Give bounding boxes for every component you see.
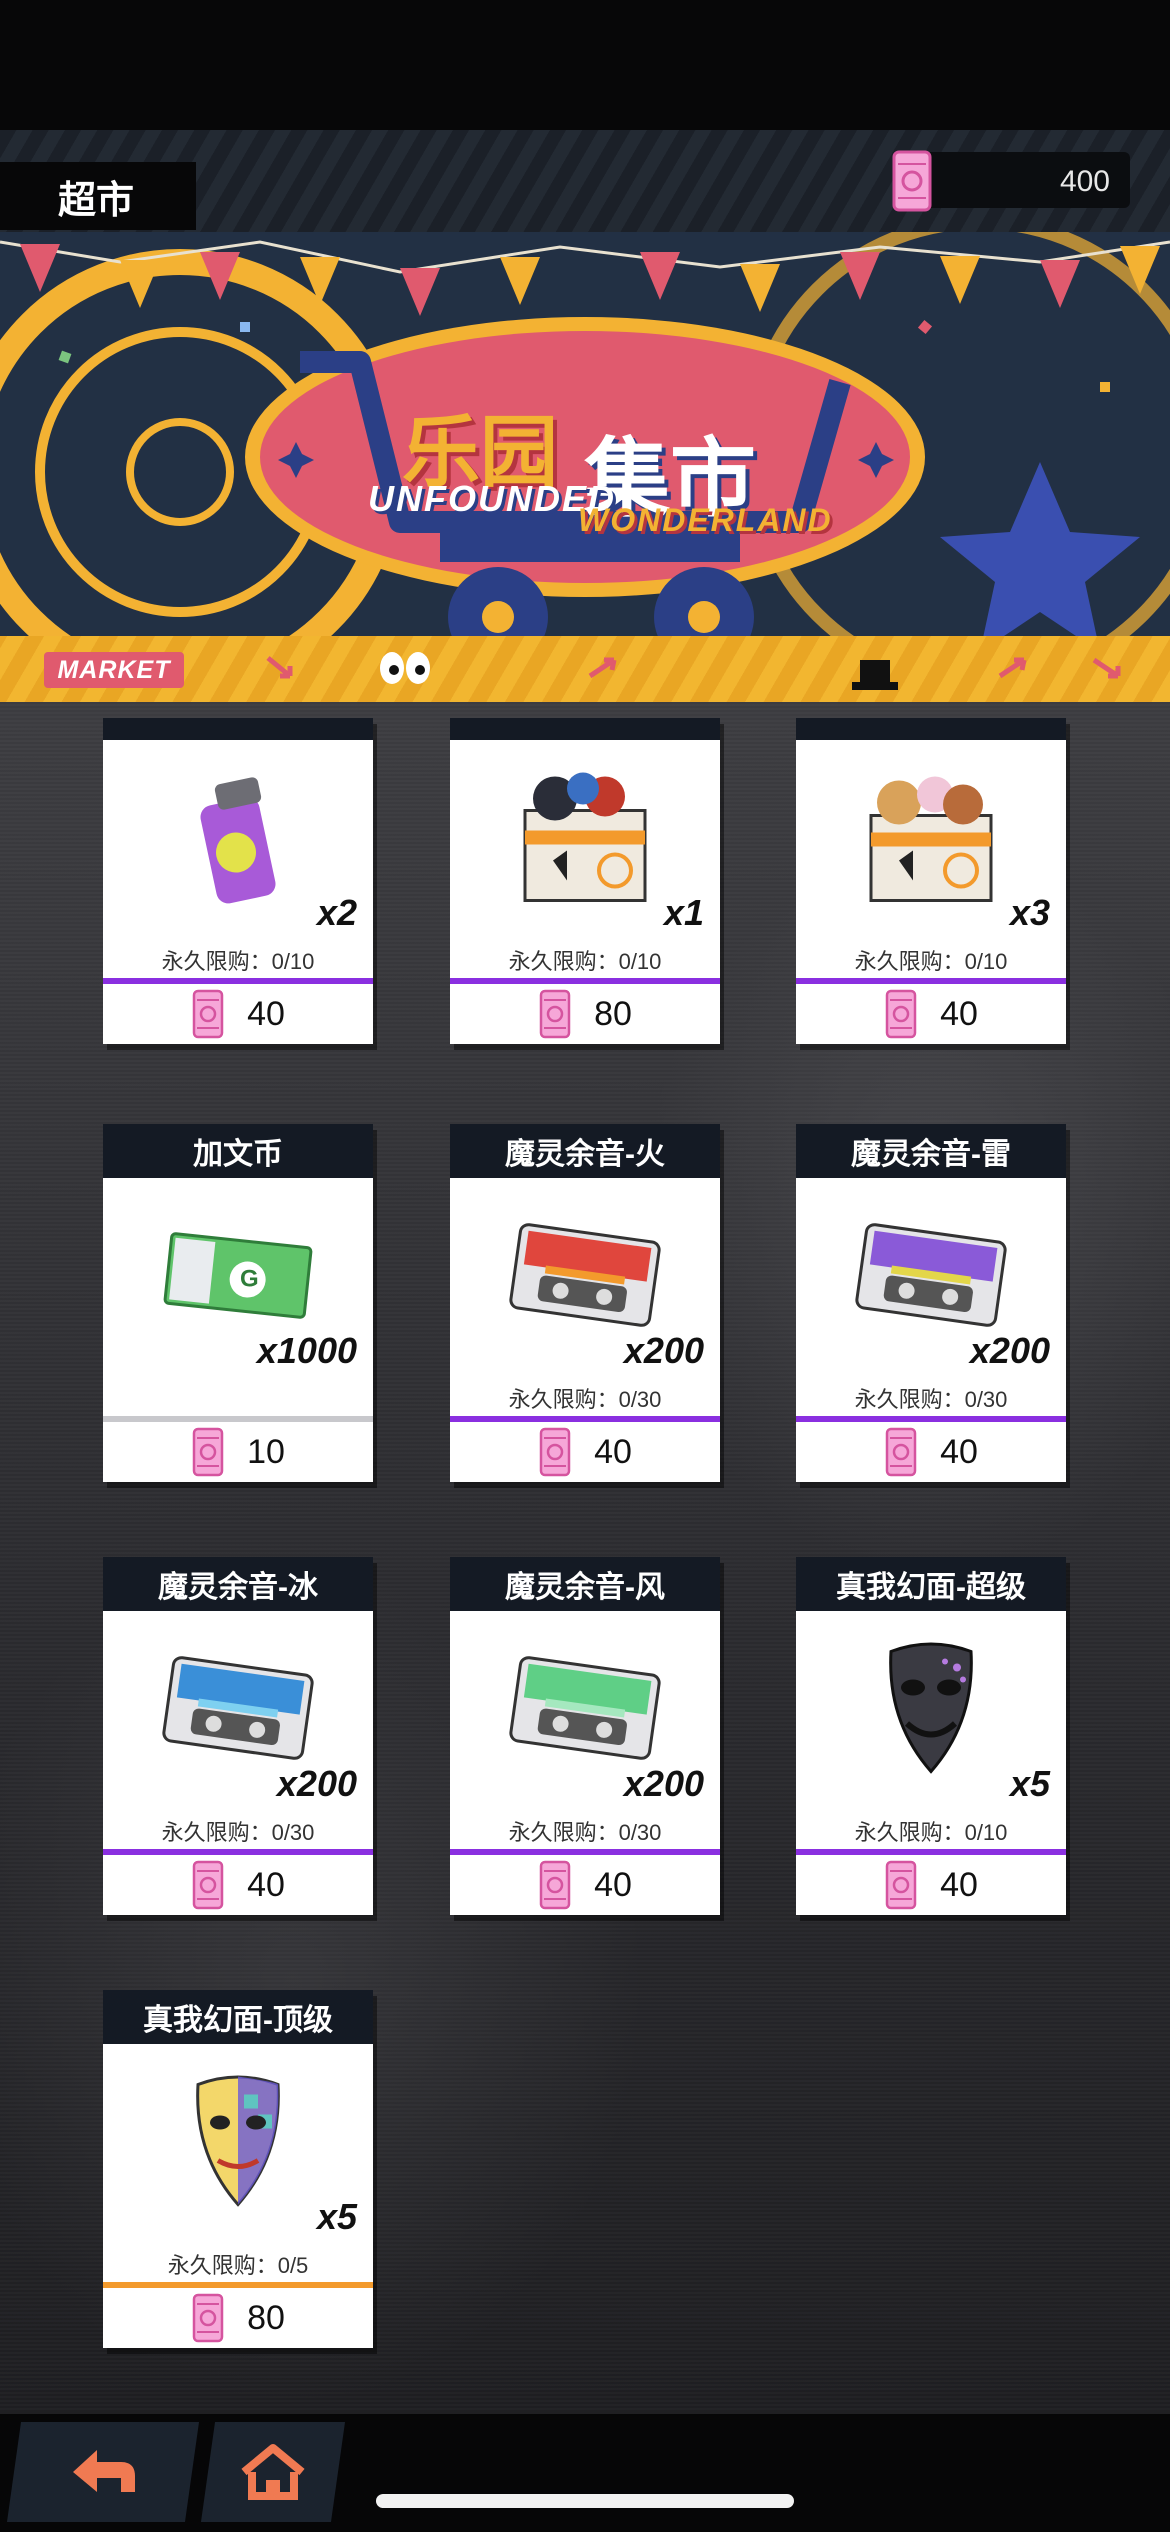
home-icon xyxy=(241,2444,305,2500)
price-button[interactable]: 40 xyxy=(796,1422,1066,1482)
price-button[interactable]: 40 xyxy=(796,984,1066,1044)
purchase-limit: 永久限购：0/10 xyxy=(854,949,1008,974)
ticket-icon xyxy=(191,989,225,1039)
purchase-limit: 永久限购：0/30 xyxy=(508,1820,662,1845)
item-image: x3 xyxy=(796,740,1066,946)
item-price: 40 xyxy=(594,1865,632,1904)
purchase-limit: 永久限购：0/10 xyxy=(161,949,315,974)
item-image: x5 xyxy=(796,1611,1066,1817)
item-name: 魔灵余音-火 xyxy=(450,1124,720,1178)
item-image: Gx1000 xyxy=(103,1178,373,1384)
item-name xyxy=(103,718,373,740)
ticket-icon xyxy=(191,2293,225,2343)
item-image: x1 xyxy=(450,740,720,946)
item-image: x2 xyxy=(103,740,373,946)
shop-item-card[interactable]: 魔灵余音-冰 x200 永久限购：0/30 40 xyxy=(103,1557,373,1915)
item-name: 魔灵余音-雷 xyxy=(796,1124,1066,1178)
shop-item-card[interactable]: x3 永久限购：0/10 40 xyxy=(796,718,1066,1044)
price-button[interactable]: 80 xyxy=(103,2288,373,2348)
currency-value: 400 xyxy=(1059,165,1110,198)
price-button[interactable]: 40 xyxy=(450,1855,720,1915)
ticket-icon xyxy=(884,1427,918,1477)
shop-item-card[interactable]: 魔灵余音-火 x200 永久限购：0/30 40 xyxy=(450,1124,720,1482)
purchase-limit: 永久限购：0/30 xyxy=(161,1820,315,1845)
item-quantity: x200 xyxy=(623,1330,704,1371)
item-price: 40 xyxy=(940,1865,978,1904)
item-quantity: x200 xyxy=(276,1763,357,1804)
price-button[interactable]: 40 xyxy=(103,984,373,1044)
item-image: x200 xyxy=(450,1611,720,1817)
purchase-limit: 永久限购：0/30 xyxy=(854,1387,1008,1412)
banner-subtitle-part2: WONDERLAND xyxy=(578,502,833,538)
item-image: x200 xyxy=(103,1611,373,1817)
price-button[interactable]: 40 xyxy=(450,1422,720,1482)
item-image: x200 xyxy=(450,1178,720,1384)
ticket-icon xyxy=(884,1860,918,1910)
item-quantity: x3 xyxy=(1009,892,1050,933)
shop-item-card[interactable]: 真我幻面-顶级 x5 永久限购：0/5 80 xyxy=(103,1990,373,2348)
item-price: 40 xyxy=(247,994,285,1033)
back-arrow-icon xyxy=(73,2450,135,2492)
purchase-limit: 永久限购：0/30 xyxy=(508,1387,662,1412)
item-name: 加文币 xyxy=(103,1124,373,1178)
home-button[interactable] xyxy=(200,2422,346,2522)
price-button[interactable]: 40 xyxy=(796,1855,1066,1915)
home-indicator[interactable] xyxy=(376,2494,794,2508)
item-quantity: x5 xyxy=(316,2196,357,2237)
ticket-icon xyxy=(191,1427,225,1477)
shop-item-card[interactable]: 真我幻面-超级 x5 永久限购：0/10 40 xyxy=(796,1557,1066,1915)
item-image: x5 xyxy=(103,2044,373,2250)
ticket-icon xyxy=(538,1427,572,1477)
item-price: 40 xyxy=(594,1432,632,1471)
price-button[interactable]: 10 xyxy=(103,1422,373,1482)
item-name xyxy=(450,718,720,740)
ticket-icon xyxy=(892,150,932,212)
item-price: 10 xyxy=(247,1432,285,1471)
item-name: 魔灵余音-风 xyxy=(450,1557,720,1611)
price-button[interactable]: 40 xyxy=(103,1855,373,1915)
ticket-icon xyxy=(538,1860,572,1910)
status-bar-area xyxy=(0,0,1170,130)
ticket-icon xyxy=(191,1860,225,1910)
purchase-limit xyxy=(103,1384,373,1416)
item-price: 40 xyxy=(940,994,978,1033)
ticket-icon xyxy=(538,989,572,1039)
price-button[interactable]: 80 xyxy=(450,984,720,1044)
item-name xyxy=(796,718,1066,740)
market-label: MARKET xyxy=(44,652,184,688)
item-price: 80 xyxy=(594,994,632,1033)
page-title: 超市 xyxy=(0,162,196,230)
back-button[interactable] xyxy=(6,2422,200,2522)
item-price: 40 xyxy=(940,1432,978,1471)
item-image: x200 xyxy=(796,1178,1066,1384)
item-name: 魔灵余音-冰 xyxy=(103,1557,373,1611)
purchase-limit: 永久限购：0/10 xyxy=(508,949,662,974)
shop-item-card[interactable]: 魔灵余音-风 x200 永久限购：0/30 40 xyxy=(450,1557,720,1915)
item-name: 真我幻面-顶级 xyxy=(103,1990,373,2044)
item-quantity: x1000 xyxy=(256,1330,357,1371)
item-quantity: x1 xyxy=(663,892,704,933)
shop-item-card[interactable]: 魔灵余音-雷 x200 永久限购：0/30 40 xyxy=(796,1124,1066,1482)
item-quantity: x5 xyxy=(1009,1763,1050,1804)
svg-text:G: G xyxy=(240,1266,259,1293)
shop-item-card[interactable]: 加文币 Gx1000 10 xyxy=(103,1124,373,1482)
shop-item-card[interactable]: x2 永久限购：0/10 40 xyxy=(103,718,373,1044)
item-price: 80 xyxy=(247,2298,285,2337)
purchase-limit: 永久限购：0/5 xyxy=(167,2253,309,2278)
item-name: 真我幻面-超级 xyxy=(796,1557,1066,1611)
item-quantity: x200 xyxy=(623,1763,704,1804)
purchase-limit: 永久限购：0/10 xyxy=(854,1820,1008,1845)
ticket-icon xyxy=(884,989,918,1039)
item-price: 40 xyxy=(247,1865,285,1904)
item-quantity: x200 xyxy=(969,1330,1050,1371)
shop-item-card[interactable]: x1 永久限购：0/10 80 xyxy=(450,718,720,1044)
item-quantity: x2 xyxy=(316,892,357,933)
